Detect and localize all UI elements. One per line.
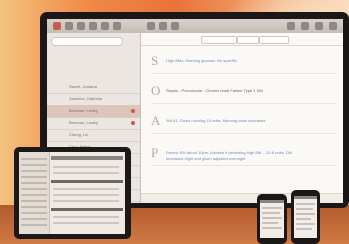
section-bar (51, 208, 123, 211)
soap-note-o: O Sepsis - Pneumonia - Chronic renal Fai… (151, 81, 336, 104)
note-text: Renew RM about 10pm. Advised if persisti… (166, 150, 293, 155)
toolbar-icon (287, 22, 295, 30)
soap-note-a: A Wd 81. Given novolog 10 units. Morning… (151, 111, 336, 134)
list-item (21, 218, 47, 220)
text-line (296, 223, 315, 225)
text-line (296, 218, 311, 220)
tablet-sidebar (19, 152, 50, 234)
search-field (51, 37, 123, 46)
text-line (262, 212, 280, 214)
soap-note-p: P Renew RM about 10pm. Advised if persis… (151, 143, 336, 166)
tablet-screen (19, 152, 125, 234)
toolbar-icon (159, 22, 167, 30)
soap-note-s: S High BMs. Morning glucose. No specific (151, 51, 336, 74)
soap-letter: S (151, 53, 159, 68)
patient-name: Sweet, Jordana (69, 84, 97, 89)
list-item (21, 206, 47, 208)
phone-screen (260, 200, 284, 238)
note-text: increased night and given adjusted overn… (166, 156, 246, 161)
text-line (262, 222, 278, 224)
tablet (14, 147, 131, 239)
text-line (262, 217, 282, 219)
phone-screen (294, 196, 317, 238)
toolbar-icon (147, 22, 155, 30)
app-toolbar (47, 19, 343, 34)
header-tag (201, 36, 237, 44)
list-item (21, 188, 47, 190)
list-item (21, 224, 47, 226)
text-line (53, 166, 119, 168)
toolbar-icon (315, 22, 323, 30)
alert-dot (131, 109, 135, 113)
text-line (296, 213, 315, 215)
text-line (262, 207, 282, 209)
phone-header (294, 196, 317, 199)
text-line (53, 222, 119, 224)
alert-dot (131, 121, 135, 125)
list-item (21, 182, 47, 184)
toolbar-icon (77, 22, 85, 30)
list-item (21, 176, 47, 178)
soap-letter: O (151, 83, 161, 98)
list-item (21, 158, 47, 160)
note-text: Sepsis - Pneumonia - Chronic renal Failu… (166, 88, 263, 93)
patient-name: Sanchez, Gabriela (69, 96, 102, 101)
toolbar-icon (89, 22, 97, 30)
list-item (21, 194, 47, 196)
toolbar-icon (113, 22, 121, 30)
tablet-toolbar (51, 156, 123, 160)
text-line (53, 200, 119, 202)
patient-name: Brennan, Lesley (69, 108, 98, 113)
text-line (296, 203, 315, 205)
soap-letter: A (151, 113, 161, 128)
toolbar-icon (301, 22, 309, 30)
note-text: Wd 81. Given novolog 10 units. Morning d… (166, 118, 266, 123)
section-bar (51, 180, 123, 183)
toolbar-icon (53, 22, 61, 30)
phone-right (291, 190, 320, 244)
soap-letter: P (151, 145, 159, 160)
text-line (296, 228, 312, 230)
toolbar-icon (101, 22, 109, 30)
note-text: High BMs. Morning glucose. No specific (166, 58, 237, 63)
photo-scene: Sweet, Jordana Sanchez, Gabriela Brennan… (0, 0, 349, 244)
toolbar-icon (171, 22, 179, 30)
header-tag (237, 36, 259, 44)
header-tag (259, 36, 289, 44)
phone-left (257, 194, 287, 244)
text-line (53, 194, 119, 196)
list-item (21, 212, 47, 214)
toolbar-icon (65, 22, 73, 30)
patient-name: Brennan, Lesley (69, 120, 98, 125)
phone-header (260, 200, 284, 203)
list-item (21, 200, 47, 202)
text-line (53, 172, 119, 174)
note-header (141, 33, 343, 46)
text-line (262, 227, 282, 229)
note-pane: S High BMs. Morning glucose. No specific… (141, 33, 343, 203)
patient-name: Cheng, Lin (69, 132, 89, 137)
text-line (53, 216, 119, 218)
list-item (21, 164, 47, 166)
list-item (21, 170, 47, 172)
text-line (53, 188, 119, 190)
toolbar-icon (329, 22, 337, 30)
text-line (296, 208, 313, 210)
